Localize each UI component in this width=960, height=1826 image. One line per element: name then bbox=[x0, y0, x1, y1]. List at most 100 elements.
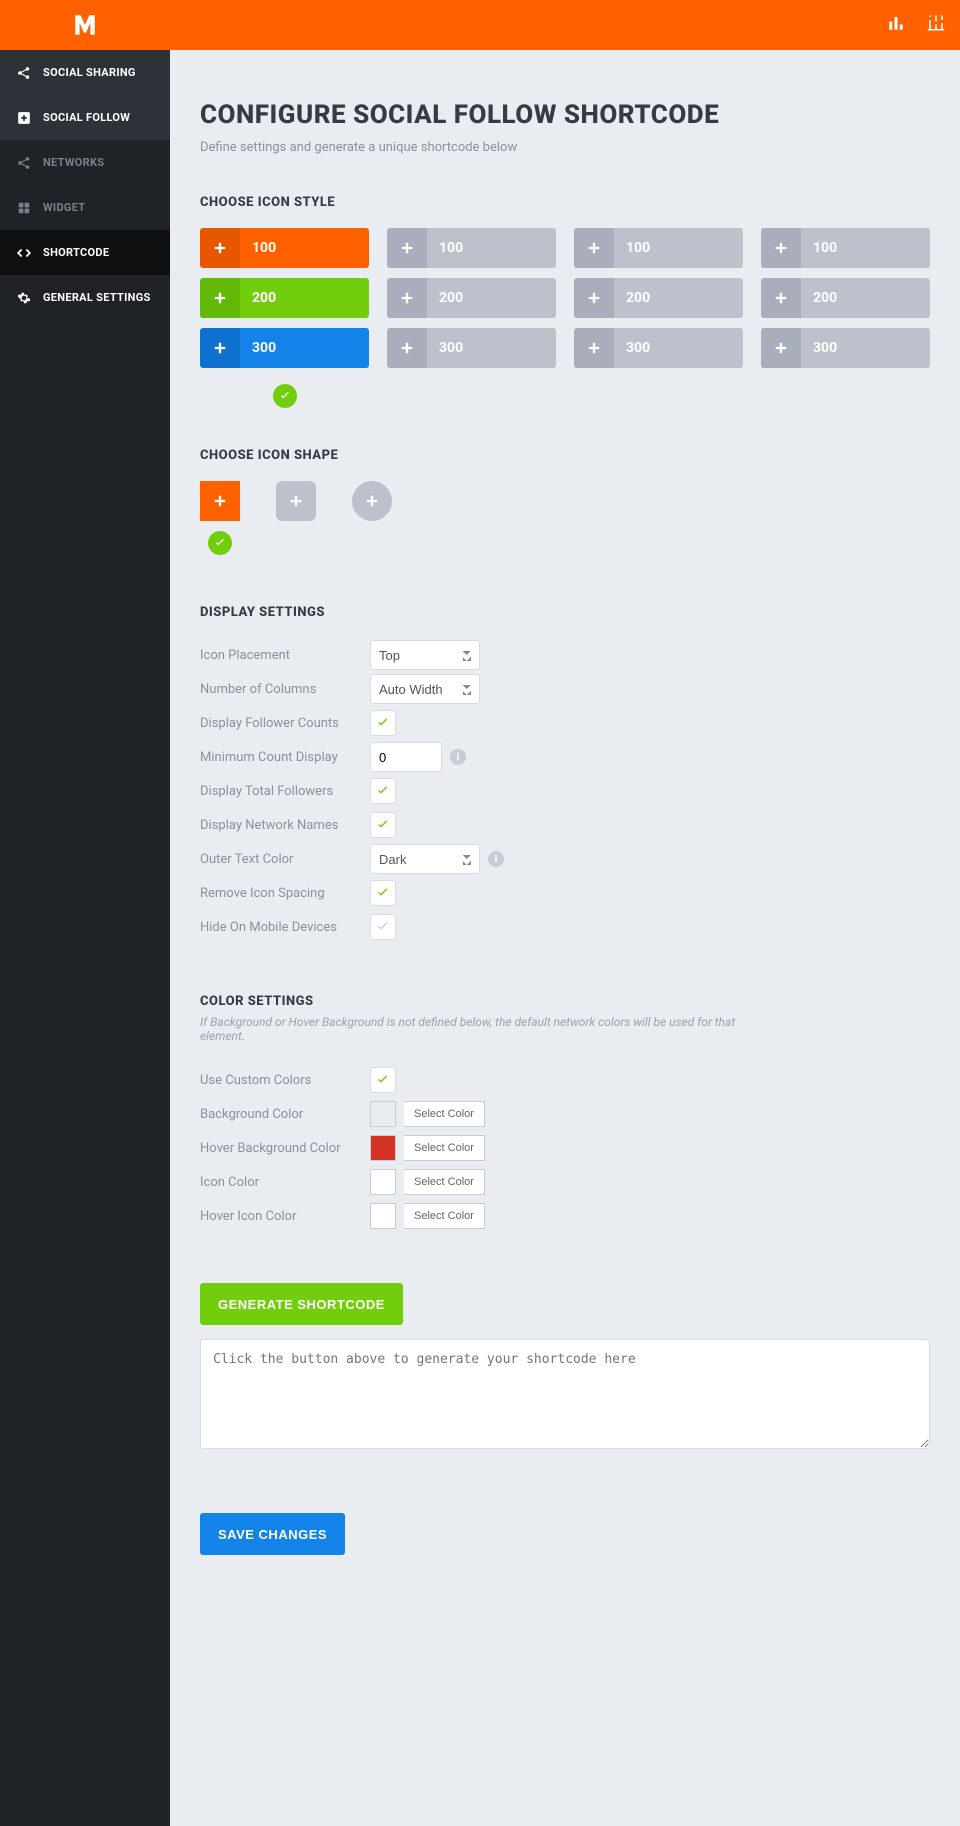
share-icon bbox=[15, 66, 33, 80]
icon-style-label: 200 bbox=[801, 278, 930, 318]
color-settings: COLOR SETTINGS If Background or Hover Ba… bbox=[200, 994, 930, 1233]
input-min-count[interactable] bbox=[370, 742, 442, 772]
icon-style-option[interactable]: 300 bbox=[200, 328, 369, 368]
info-icon[interactable]: i bbox=[450, 749, 466, 765]
icon-style-option[interactable]: 300 bbox=[387, 328, 556, 368]
sliders-icon[interactable] bbox=[927, 14, 945, 36]
icon-style-label: 200 bbox=[427, 278, 556, 318]
icon-style-label: 300 bbox=[240, 328, 369, 368]
check-icon bbox=[375, 817, 391, 833]
icon-style-option[interactable]: 100 bbox=[387, 228, 556, 268]
icon-style-option[interactable]: 200 bbox=[761, 278, 930, 318]
check-icon bbox=[375, 1072, 391, 1088]
topbar bbox=[0, 0, 960, 50]
plus-box-icon bbox=[15, 111, 33, 125]
nav-social-follow[interactable]: SOCIAL FOLLOW bbox=[0, 95, 170, 140]
shape-circle[interactable] bbox=[352, 481, 392, 521]
icon-style-option[interactable]: 100 bbox=[574, 228, 743, 268]
nav-widget[interactable]: WIDGET bbox=[0, 185, 170, 230]
label-icon-placement: Icon Placement bbox=[200, 648, 370, 663]
icon-style-option[interactable]: 200 bbox=[387, 278, 556, 318]
nav-networks[interactable]: NETWORKS bbox=[0, 140, 170, 185]
nav-label: SOCIAL SHARING bbox=[43, 66, 136, 79]
sidebar: SOCIAL SHARING SOCIAL FOLLOW NETWORKS WI… bbox=[0, 50, 170, 1826]
label-min-count: Minimum Count Display bbox=[200, 750, 370, 765]
nav-label: SHORTCODE bbox=[43, 246, 109, 259]
topbar-actions bbox=[887, 0, 945, 50]
select-color-button[interactable]: Select Color bbox=[404, 1169, 485, 1195]
display-settings: DISPLAY SETTINGS Icon Placement Top Numb… bbox=[200, 605, 930, 944]
icon-style-label: 100 bbox=[614, 228, 743, 268]
plus-icon bbox=[213, 291, 227, 305]
bar-chart-icon[interactable] bbox=[887, 14, 905, 36]
label-total-followers: Display Total Followers bbox=[200, 784, 370, 799]
shape-square[interactable] bbox=[200, 481, 240, 521]
color-settings-heading: COLOR SETTINGS bbox=[200, 994, 930, 1009]
label-remove-spacing: Remove Icon Spacing bbox=[200, 886, 370, 901]
icon-style-label: 300 bbox=[801, 328, 930, 368]
nav-general-settings[interactable]: GENERAL SETTINGS bbox=[0, 275, 170, 320]
swatch-icon-color[interactable] bbox=[370, 1169, 396, 1195]
icon-shape-heading: CHOOSE ICON SHAPE bbox=[200, 448, 930, 463]
swatch-hover-icon-color[interactable] bbox=[370, 1203, 396, 1229]
code-icon bbox=[15, 246, 33, 260]
select-num-columns[interactable]: Auto Width bbox=[370, 674, 480, 704]
save-changes-button[interactable]: SAVE CHANGES bbox=[200, 1513, 345, 1555]
icon-style-option[interactable]: 300 bbox=[574, 328, 743, 368]
selected-check-icon bbox=[208, 531, 232, 555]
select-outer-text-color[interactable]: Dark bbox=[370, 844, 480, 874]
icon-style-label: 300 bbox=[614, 328, 743, 368]
nav-label: NETWORKS bbox=[43, 156, 104, 169]
plus-icon bbox=[774, 241, 788, 255]
swatch-bg-color[interactable] bbox=[370, 1101, 396, 1127]
main-content: CONFIGURE SOCIAL FOLLOW SHORTCODE Define… bbox=[170, 50, 960, 1615]
plus-icon bbox=[400, 291, 414, 305]
checkbox-hide-mobile[interactable] bbox=[370, 914, 396, 940]
plus-icon bbox=[289, 494, 303, 508]
nav-label: SOCIAL FOLLOW bbox=[43, 111, 130, 124]
icon-style-heading: CHOOSE ICON STYLE bbox=[200, 195, 930, 210]
label-network-names: Display Network Names bbox=[200, 818, 370, 833]
nav-shortcode[interactable]: SHORTCODE bbox=[0, 230, 170, 275]
icon-style-label: 100 bbox=[801, 228, 930, 268]
select-color-button[interactable]: Select Color bbox=[404, 1101, 485, 1127]
icon-style-option[interactable]: 100 bbox=[200, 228, 369, 268]
icon-style-label: 200 bbox=[614, 278, 743, 318]
label-icon-color: Icon Color bbox=[200, 1175, 370, 1190]
plus-icon bbox=[213, 241, 227, 255]
check-icon bbox=[375, 715, 391, 731]
page-subtitle: Define settings and generate a unique sh… bbox=[200, 140, 930, 155]
select-color-button[interactable]: Select Color bbox=[404, 1203, 485, 1229]
check-icon bbox=[375, 919, 391, 935]
plus-icon bbox=[365, 494, 379, 508]
checkbox-remove-spacing[interactable] bbox=[370, 880, 396, 906]
shape-rounded[interactable] bbox=[276, 481, 316, 521]
info-icon[interactable]: i bbox=[488, 851, 504, 867]
icon-style-option[interactable]: 200 bbox=[574, 278, 743, 318]
logo[interactable] bbox=[0, 0, 170, 50]
checkbox-network-names[interactable] bbox=[370, 812, 396, 838]
icon-style-option[interactable]: 200 bbox=[200, 278, 369, 318]
plus-icon bbox=[587, 241, 601, 255]
generate-shortcode-button[interactable]: GENERATE SHORTCODE bbox=[200, 1283, 403, 1325]
select-icon-placement[interactable]: Top bbox=[370, 640, 480, 670]
nav-label: GENERAL SETTINGS bbox=[43, 291, 151, 304]
plus-icon bbox=[213, 341, 227, 355]
label-hide-mobile: Hide On Mobile Devices bbox=[200, 920, 370, 935]
icon-style-option[interactable]: 100 bbox=[761, 228, 930, 268]
label-follower-counts: Display Follower Counts bbox=[200, 716, 370, 731]
select-color-button[interactable]: Select Color bbox=[404, 1135, 485, 1161]
nav-social-sharing[interactable]: SOCIAL SHARING bbox=[0, 50, 170, 95]
swatch-hover-bg-color[interactable] bbox=[370, 1135, 396, 1161]
icon-style-label: 300 bbox=[427, 328, 556, 368]
label-outer-text-color: Outer Text Color bbox=[200, 852, 370, 867]
checkbox-use-custom-colors[interactable] bbox=[370, 1067, 396, 1093]
share-icon bbox=[15, 156, 33, 170]
checkbox-follower-counts[interactable] bbox=[370, 710, 396, 736]
plus-icon bbox=[774, 341, 788, 355]
shortcode-output[interactable] bbox=[200, 1339, 930, 1449]
icon-shape-row bbox=[200, 481, 930, 521]
icon-style-option[interactable]: 300 bbox=[761, 328, 930, 368]
gear-icon bbox=[15, 291, 33, 305]
checkbox-total-followers[interactable] bbox=[370, 778, 396, 804]
